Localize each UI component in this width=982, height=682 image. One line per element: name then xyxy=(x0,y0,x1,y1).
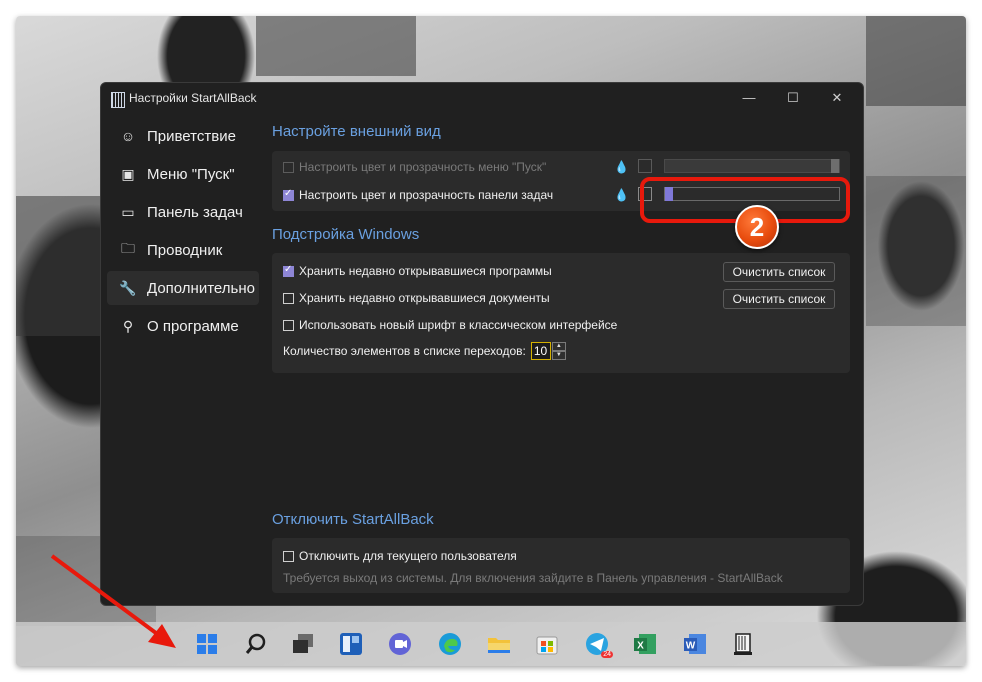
annotation-arrow xyxy=(50,554,176,648)
